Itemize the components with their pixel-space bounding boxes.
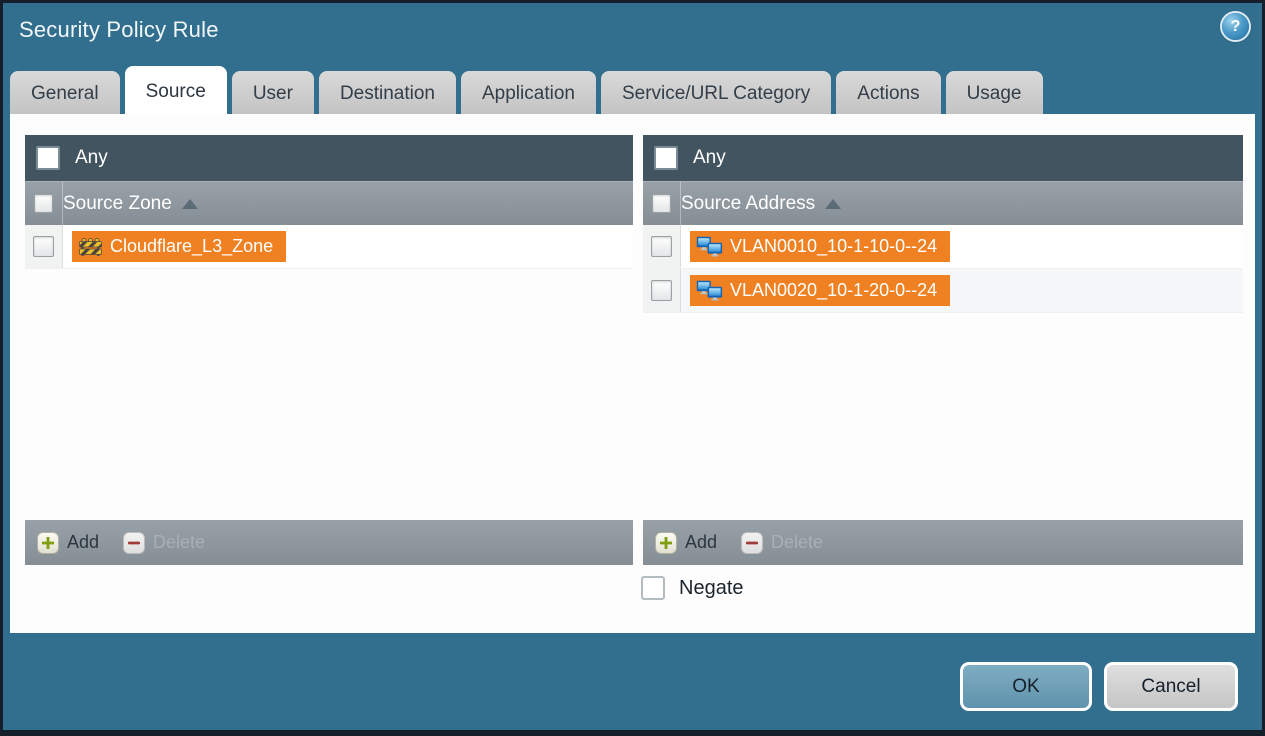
- address-item[interactable]: VLAN0010_10-1-10-0--24: [690, 231, 951, 262]
- source-address-any-checkbox[interactable]: [654, 146, 678, 170]
- add-zone-button[interactable]: Add: [37, 531, 100, 554]
- source-zone-select-all-cell: [25, 182, 63, 225]
- tab-bar: General Source User Destination Applicat…: [10, 66, 1043, 117]
- delete-icon: [741, 531, 764, 554]
- sort-ascending-icon: [825, 198, 842, 209]
- network-address-icon: [696, 280, 723, 301]
- address-item-label: VLAN0020_10-1-20-0--24: [730, 280, 938, 300]
- address-row-checkbox[interactable]: [651, 236, 672, 257]
- source-address-any-row: Any: [643, 135, 1243, 181]
- address-item-label: VLAN0010_10-1-10-0--24: [730, 236, 938, 256]
- tab-application[interactable]: Application: [461, 71, 596, 117]
- table-row: VLAN0010_10-1-10-0--24: [643, 225, 1243, 269]
- address-item[interactable]: VLAN0020_10-1-20-0--24: [690, 275, 951, 306]
- source-zone-any-checkbox[interactable]: [36, 146, 60, 170]
- tab-general[interactable]: General: [10, 71, 120, 117]
- sort-ascending-icon: [181, 198, 198, 209]
- dialog-titlebar: Security Policy Rule ?: [3, 3, 1262, 63]
- row-checkbox-cell: [643, 225, 681, 268]
- source-address-select-all-cell: [643, 182, 681, 225]
- delete-zone-button[interactable]: Delete: [123, 531, 206, 554]
- row-checkbox-cell: [643, 269, 681, 312]
- delete-button-label: Delete: [771, 532, 824, 552]
- source-address-footer: Add Delete: [643, 520, 1243, 565]
- zone-row-checkbox[interactable]: [33, 236, 54, 257]
- source-tab-content: Any Source Zone Cloudflare_L3_Zone Add D…: [10, 114, 1255, 633]
- dialog-title: Security Policy Rule: [19, 17, 219, 42]
- tab-usage[interactable]: Usage: [945, 71, 1043, 117]
- zone-item[interactable]: Cloudflare_L3_Zone: [72, 231, 287, 262]
- tab-actions[interactable]: Actions: [836, 71, 941, 117]
- ok-button[interactable]: OK: [960, 662, 1092, 711]
- add-button-label: Add: [67, 532, 100, 552]
- source-address-list: VLAN0010_10-1-10-0--24 VLAN0020_10-1-20-…: [643, 225, 1243, 520]
- source-zone-column-title: Source Zone: [63, 192, 172, 214]
- delete-button-label: Delete: [153, 532, 206, 552]
- source-address-select-all-checkbox[interactable]: [652, 194, 671, 213]
- source-address-any-label: Any: [693, 147, 726, 168]
- add-icon: [37, 531, 59, 554]
- source-address-column-header[interactable]: Source Address: [643, 181, 1243, 225]
- zone-icon: [79, 237, 102, 256]
- source-zone-list: Cloudflare_L3_Zone: [25, 225, 633, 520]
- cancel-button[interactable]: Cancel: [1104, 662, 1238, 711]
- help-icon[interactable]: ?: [1222, 13, 1249, 40]
- security-policy-rule-dialog: Security Policy Rule ? General Source Us…: [0, 0, 1265, 736]
- add-button-label: Add: [685, 532, 718, 552]
- delete-address-button[interactable]: Delete: [741, 531, 824, 554]
- source-zone-column-header[interactable]: Source Zone: [25, 181, 633, 225]
- source-zone-panel: Any Source Zone Cloudflare_L3_Zone Add D…: [25, 135, 633, 565]
- source-zone-select-all-checkbox[interactable]: [34, 194, 53, 213]
- tab-destination[interactable]: Destination: [318, 71, 456, 117]
- add-address-button[interactable]: Add: [655, 531, 718, 554]
- zone-item-label: Cloudflare_L3_Zone: [110, 236, 274, 256]
- source-zone-footer: Add Delete: [25, 520, 633, 565]
- delete-icon: [123, 531, 146, 554]
- tab-source[interactable]: Source: [124, 66, 227, 117]
- row-checkbox-cell: [25, 225, 63, 268]
- negate-label: Negate: [679, 576, 744, 599]
- negate-checkbox[interactable]: [641, 576, 665, 600]
- source-address-panel: Any Source Address VLAN0010_10-1-10-0--2…: [643, 135, 1243, 565]
- source-address-column-title: Source Address: [681, 192, 816, 214]
- table-row: VLAN0020_10-1-20-0--24: [643, 269, 1243, 313]
- negate-row: Negate: [641, 576, 744, 600]
- source-zone-any-label: Any: [75, 147, 108, 168]
- tab-service-url-category[interactable]: Service/URL Category: [600, 71, 832, 117]
- network-address-icon: [696, 236, 723, 257]
- tab-user[interactable]: User: [231, 71, 314, 117]
- address-row-checkbox[interactable]: [651, 280, 672, 301]
- add-icon: [655, 531, 677, 554]
- table-row: Cloudflare_L3_Zone: [25, 225, 633, 269]
- source-zone-any-row: Any: [25, 135, 633, 181]
